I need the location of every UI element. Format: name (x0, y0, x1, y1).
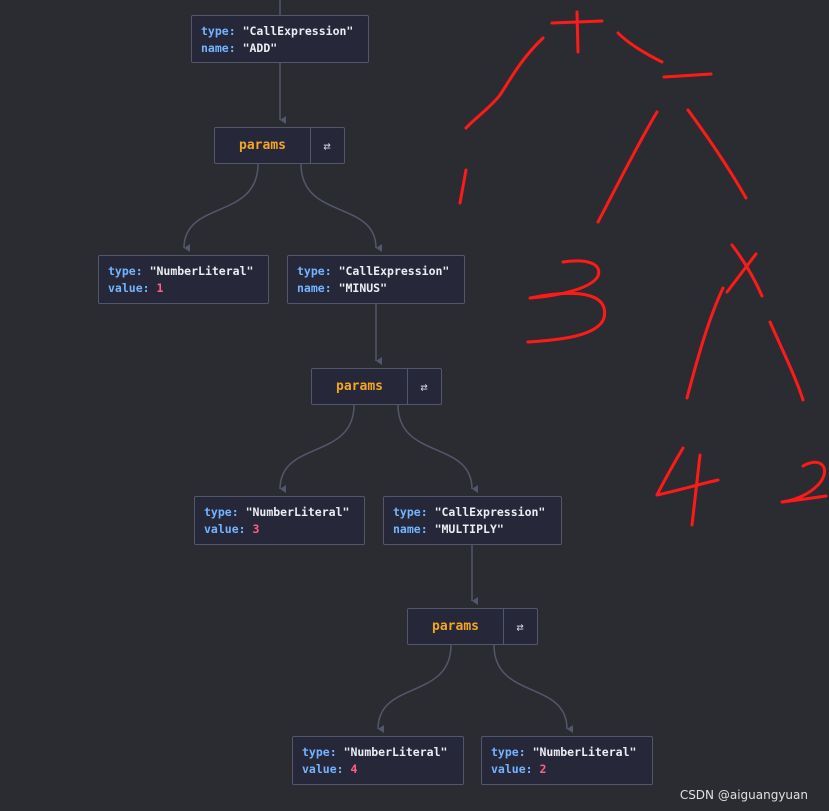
annotation-branch-times-left (685, 286, 725, 400)
type-value: "NumberLiteral" (245, 505, 350, 519)
value-key: value: (204, 522, 246, 536)
edge-params1-right (300, 163, 383, 252)
toggle-layout-icon[interactable]: ⇄ (407, 369, 441, 404)
handwritten-annotation (458, 10, 828, 527)
node-number-literal-1[interactable]: type: "NumberLiteral" value: 1 (98, 255, 269, 304)
value-number: 1 (156, 281, 164, 295)
name-key: name: (201, 41, 236, 55)
name-key: name: (297, 281, 332, 295)
value-row: value: 3 (204, 521, 364, 538)
toggle-layout-icon[interactable]: ⇄ (310, 128, 344, 163)
params-label: params (215, 128, 311, 163)
edge-params3-right (493, 644, 574, 733)
value-row: value: 1 (108, 280, 268, 297)
toggle-layout-icon[interactable]: ⇄ (503, 609, 537, 644)
name-value: "MULTIPLY" (434, 522, 504, 536)
type-row: type: "NumberLiteral" (204, 504, 364, 521)
annotation-branch-plus-left (464, 36, 545, 130)
type-key: type: (201, 24, 236, 38)
type-value: "NumberLiteral" (343, 745, 448, 759)
name-row: name: "MULTIPLY" (393, 521, 561, 538)
value-key: value: (302, 762, 344, 776)
value-number: 4 (350, 762, 358, 776)
annotation-branch-times-right (768, 320, 805, 402)
type-row: type: "CallExpression" (297, 263, 464, 280)
type-key: type: (297, 264, 332, 278)
value-key: value: (108, 281, 150, 295)
edge-params3-left (377, 644, 452, 734)
params-label: params (408, 609, 504, 644)
type-value: "NumberLiteral" (149, 264, 254, 278)
edge-params2-right (397, 404, 479, 493)
type-row: type: "CallExpression" (393, 504, 561, 521)
name-key: name: (393, 522, 428, 536)
params-node-3: params ⇄ (407, 608, 538, 645)
type-row: type: "NumberLiteral" (491, 744, 652, 761)
value-key: value: (491, 762, 533, 776)
annotation-times (725, 243, 764, 298)
node-root-type-row: type: "CallExpression" (201, 23, 368, 40)
tree-edges (183, 0, 828, 734)
type-value: "CallExpression" (338, 264, 450, 278)
annotation-branch-plus-right (616, 31, 664, 64)
edge-params1-left (183, 163, 259, 253)
edge-params2-left (279, 404, 355, 494)
type-row: type: "NumberLiteral" (302, 744, 463, 761)
annotation-minus (662, 72, 713, 79)
node-number-literal-3[interactable]: type: "NumberLiteral" value: 3 (194, 496, 365, 545)
type-row: type: "NumberLiteral" (108, 263, 268, 280)
type-key: type: (302, 745, 337, 759)
params-node-1: params ⇄ (214, 127, 345, 164)
type-key: type: (491, 745, 526, 759)
node-number-literal-2[interactable]: type: "NumberLiteral" value: 2 (481, 736, 653, 785)
annotation-two (780, 460, 828, 504)
node-root-name-row: name: "ADD" (201, 40, 368, 57)
params-label: params (312, 369, 408, 404)
type-value: "CallExpression" (434, 505, 546, 519)
value-row: value: 2 (491, 761, 652, 778)
annotation-branch-plus-left-tail (458, 168, 468, 205)
node-call-expression-multiply[interactable]: type: "CallExpression" name: "MULTIPLY" (383, 496, 562, 545)
node-root-call-expression[interactable]: type: "CallExpression" name: "ADD" (191, 15, 369, 63)
name-row: name: "MINUS" (297, 280, 464, 297)
annotation-three (526, 259, 607, 344)
type-key: type: (108, 264, 143, 278)
type-value: "CallExpression" (242, 24, 354, 38)
annotation-four (655, 446, 720, 527)
name-value: "ADD" (242, 41, 278, 55)
params-node-2: params ⇄ (311, 368, 442, 405)
value-number: 2 (539, 762, 547, 776)
annotation-plus (550, 10, 604, 54)
type-value: "NumberLiteral" (532, 745, 637, 759)
value-row: value: 4 (302, 761, 463, 778)
node-call-expression-minus[interactable]: type: "CallExpression" name: "MINUS" (287, 255, 465, 304)
type-key: type: (393, 505, 428, 519)
value-number: 3 (252, 522, 260, 536)
annotation-branch-minus-left (596, 110, 659, 224)
watermark: CSDN @aiguangyuan (679, 788, 808, 802)
node-number-literal-4[interactable]: type: "NumberLiteral" value: 4 (292, 736, 464, 785)
type-key: type: (204, 505, 239, 519)
name-value: "MINUS" (338, 281, 388, 295)
annotation-branch-minus-right (686, 108, 748, 200)
